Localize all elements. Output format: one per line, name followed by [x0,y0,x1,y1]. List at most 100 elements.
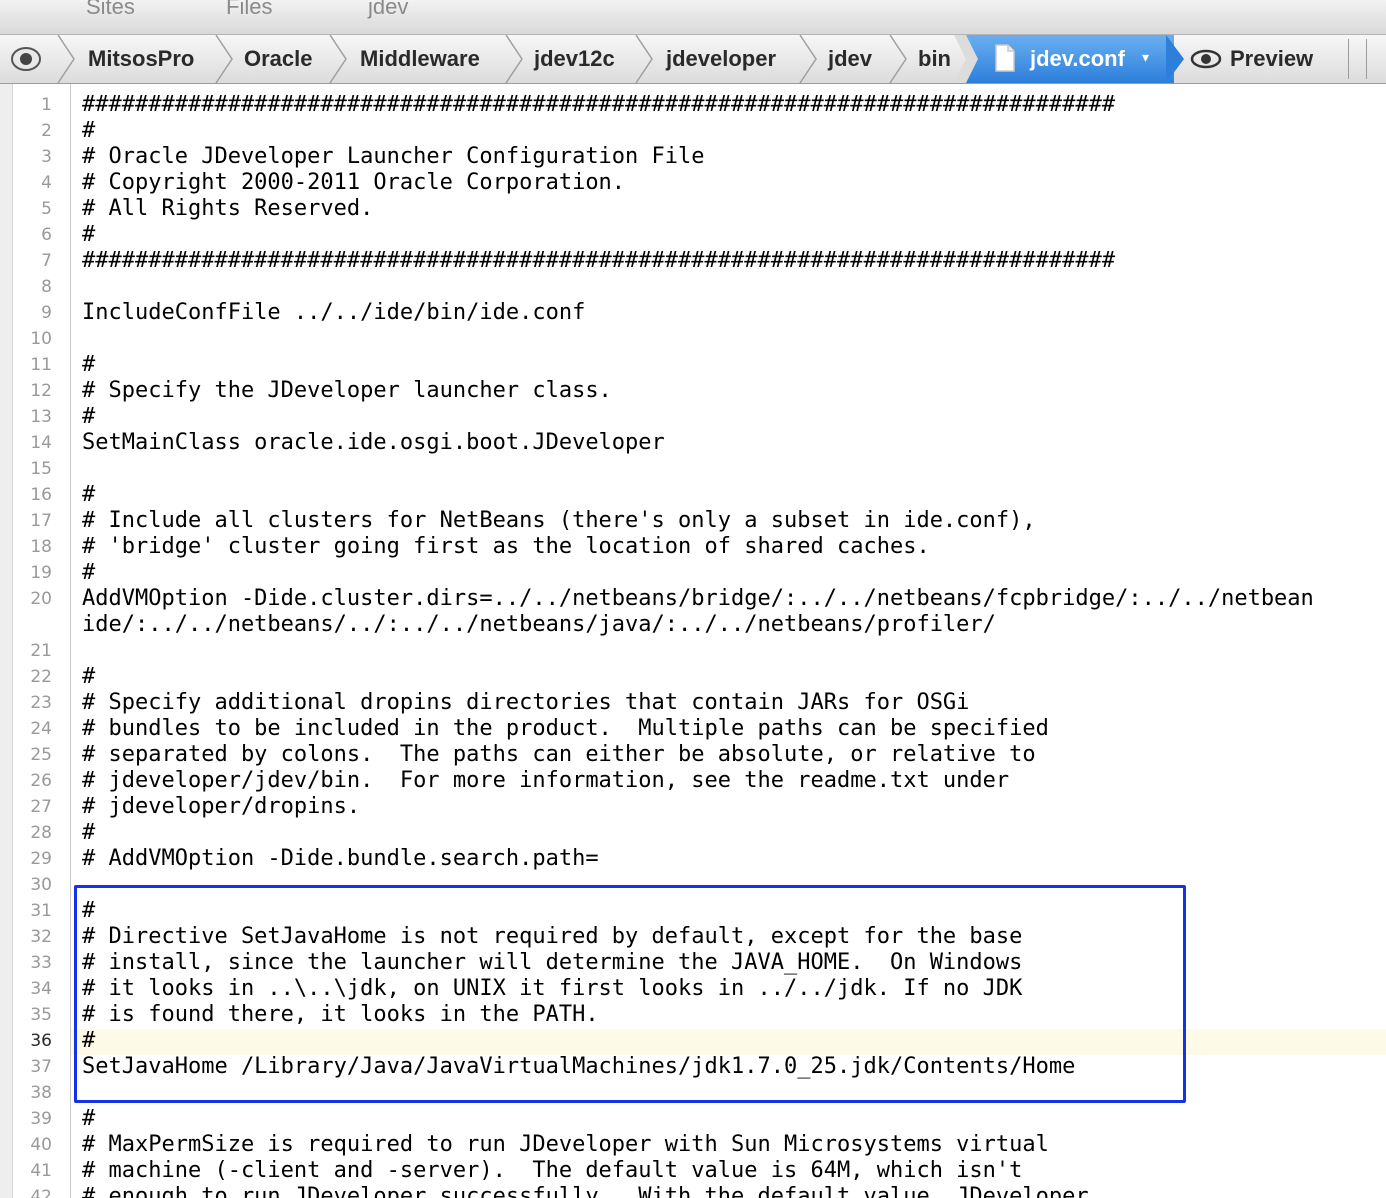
line-number: 14 [30,433,52,453]
tab-files[interactable]: Files [226,0,272,20]
line-number: 41 [30,1161,52,1181]
breadcrumb-active-file[interactable]: jdev.conf ▾ [954,35,1184,83]
code-line[interactable]: # [82,352,95,378]
chevron-right-icon [634,35,654,83]
line-number: 20 [30,589,52,609]
code-editor[interactable]: 1 #######################################… [0,84,1386,1198]
line-number: 16 [30,485,52,505]
breadcrumb-item-middleware[interactable]: Middleware [360,35,480,83]
line-number: 19 [30,563,52,583]
code-line[interactable]: # All Rights Reserved. [82,196,373,222]
code-line[interactable]: ########################################… [82,248,1115,274]
line-number: 29 [30,849,52,869]
preview-button[interactable]: Preview [1190,35,1313,83]
chevron-right-icon [328,35,348,83]
code-line[interactable]: # jdeveloper/jdev/bin. For more informat… [82,768,1009,794]
line-number: 10 [30,329,52,349]
code-line[interactable]: # [82,482,95,508]
code-line[interactable]: # bundles to be included in the product.… [82,716,1049,742]
chevron-right-icon [56,35,76,83]
line-number: 42 [30,1187,52,1198]
code-line[interactable]: # machine (-client and -server). The def… [82,1158,1022,1184]
line-number: 15 [30,459,52,479]
code-line[interactable]: AddVMOption -Dide.cluster.dirs=../../net… [82,586,1314,612]
code-line[interactable]: # [82,404,95,430]
chevron-right-icon [798,35,818,83]
code-line[interactable]: IncludeConfFile ../../ide/bin/ide.conf [82,300,585,326]
line-number: 40 [30,1135,52,1155]
line-number: 12 [30,381,52,401]
line-number: 11 [30,355,52,375]
line-number: 2 [41,121,52,141]
code-line[interactable]: # enough to run JDeveloper successfully.… [82,1184,1089,1198]
code-line[interactable]: # Specify additional dropins directories… [82,690,969,716]
line-number: 4 [41,173,52,193]
code-line[interactable]: # jdeveloper/dropins. [82,794,360,820]
code-line[interactable]: # MaxPermSize is required to run JDevelo… [82,1132,1049,1158]
eye-icon [1190,49,1222,69]
code-line[interactable]: # Copyright 2000-2011 Oracle Corporation… [82,170,625,196]
line-number: 17 [30,511,52,531]
code-line[interactable]: # [82,820,95,846]
code-line[interactable]: # [82,118,95,144]
line-number: 22 [30,667,52,687]
line-number: 25 [30,745,52,765]
top-tab-bar: Sites Files jdev [0,0,1386,35]
eye-icon[interactable] [10,45,42,73]
tab-sites[interactable]: Sites [86,0,135,20]
document-icon [994,44,1016,77]
breadcrumb-item-jdev[interactable]: jdev [828,35,872,83]
chevron-down-icon[interactable]: ▾ [1142,49,1149,66]
line-number: 8 [41,277,52,297]
code-line[interactable]: # Specify the JDeveloper launcher class. [82,378,612,404]
breadcrumb-item-jdev12c[interactable]: jdev12c [534,35,615,83]
preview-label: Preview [1230,46,1314,71]
breadcrumb-item-bin[interactable]: bin [918,35,951,83]
code-line[interactable]: # Include all clusters for NetBeans (the… [82,508,1036,534]
line-number: 21 [30,641,52,661]
code-line[interactable]: # [82,560,95,586]
toolbar-divider [1348,39,1349,79]
fold-gutter [0,84,13,1198]
line-number: 18 [30,537,52,557]
line-number: 23 [30,693,52,713]
line-number: 24 [30,719,52,739]
code-line[interactable]: # 'bridge' cluster going first as the lo… [82,534,930,560]
annotation-highlight-box [74,885,1186,1103]
breadcrumb-item-mitsospro[interactable]: MitsosPro [88,35,194,83]
active-file-label: jdev.conf [1030,46,1125,71]
line-number: 6 [41,225,52,245]
line-number: 9 [41,303,52,323]
code-line[interactable]: # AddVMOption -Dide.bundle.search.path= [82,846,599,872]
code-line[interactable]: ide/:../../netbeans/../:../../netbeans/j… [82,612,996,638]
line-number: 34 [30,979,52,999]
line-number: 35 [30,1005,52,1025]
code-line[interactable]: SetMainClass oracle.ide.osgi.boot.JDevel… [82,430,665,456]
line-number: 26 [30,771,52,791]
breadcrumb-item-jdeveloper[interactable]: jdeveloper [666,35,776,83]
chevron-right-icon [214,35,234,83]
code-line[interactable]: # separated by colons. The paths can eit… [82,742,1036,768]
toolbar-divider [1366,39,1367,79]
code-line[interactable]: ########################################… [82,92,1115,118]
breadcrumb: MitsosPro Oracle Middleware jdev12c jdev… [0,35,1386,84]
chevron-right-icon [888,35,908,83]
line-number: 13 [30,407,52,427]
line-number: 1 [41,95,52,115]
code-line[interactable]: # Oracle JDeveloper Launcher Configurati… [82,144,705,170]
line-number: 27 [30,797,52,817]
line-number: 33 [30,953,52,973]
line-number: 28 [30,823,52,843]
code-line[interactable]: # [82,222,95,248]
line-number: 38 [30,1083,52,1103]
line-number: 30 [30,875,52,895]
chevron-right-icon [954,35,978,83]
tab-jdev[interactable]: jdev [368,0,408,20]
line-number: 3 [41,147,52,167]
breadcrumb-item-oracle[interactable]: Oracle [244,35,313,83]
line-number: 7 [41,251,52,271]
line-number: 36 [30,1031,52,1051]
code-line[interactable]: # [82,1106,95,1132]
code-line[interactable]: # [82,664,95,690]
chevron-right-icon [504,35,524,83]
